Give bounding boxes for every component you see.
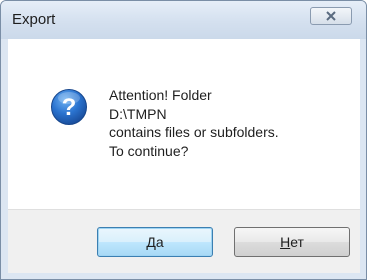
close-icon — [326, 11, 336, 21]
yes-button[interactable]: Да — [97, 227, 213, 257]
no-button[interactable]: Нет — [234, 227, 350, 257]
no-button-mnemonic: Н — [280, 234, 291, 250]
message-line: To continue? — [109, 142, 189, 159]
no-button-label: Нет — [280, 234, 304, 250]
title-bar[interactable]: Export — [1, 1, 366, 39]
message-line: D:\TMPN — [109, 105, 167, 122]
close-button[interactable] — [310, 7, 352, 25]
window-title: Export — [12, 11, 56, 28]
yes-button-label: Да — [146, 234, 164, 250]
export-dialog: Export ? Attention! Folder D:\TMPN conta… — [0, 0, 367, 280]
svg-text:?: ? — [62, 94, 77, 121]
message-text: Attention! Folder D:\TMPN contains files… — [109, 86, 279, 160]
no-button-label-rest: ет — [290, 234, 304, 250]
message-line: contains files or subfolders. — [109, 124, 279, 140]
message-line: Attention! Folder — [109, 87, 212, 103]
question-icon: ? — [51, 89, 87, 125]
